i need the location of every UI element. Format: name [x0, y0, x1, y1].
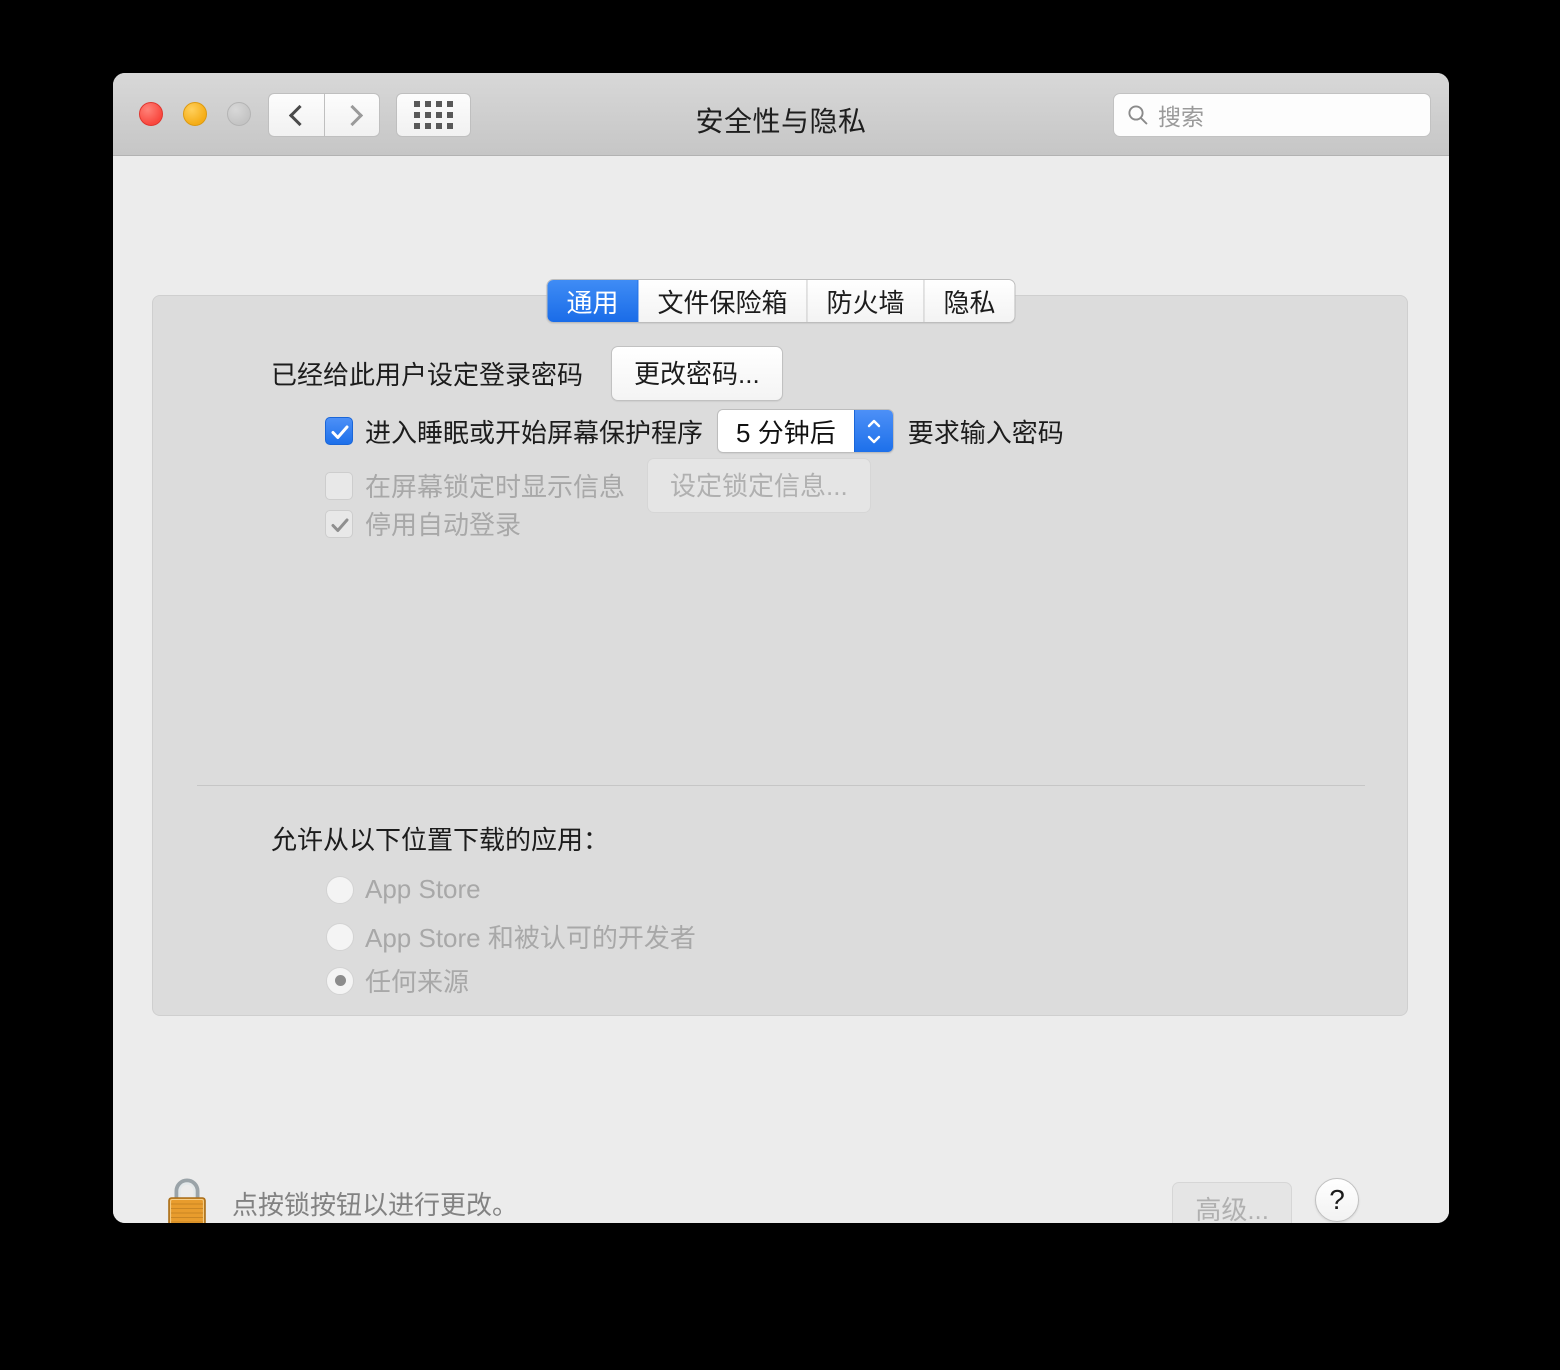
password-delay-value: 5 分钟后: [718, 410, 854, 452]
download-option-label: App Store 和被认可的开发者: [365, 923, 696, 953]
advanced-button: 高级...: [1172, 1182, 1292, 1223]
disable-auto-login-row: 停用自动登录: [325, 505, 521, 542]
lock-closed-icon[interactable]: [164, 1175, 210, 1223]
checkmark-icon: [331, 518, 349, 532]
general-settings-panel: 已经给此用户设定登录密码 更改密码... 进入睡眠或开始屏幕保护程序 5 分钟后: [152, 295, 1408, 1016]
search-field[interactable]: 搜索: [1113, 93, 1431, 137]
window-titlebar: 安全性与隐私 搜索: [113, 73, 1449, 156]
downloads-heading: 允许从以下位置下载的应用：: [271, 825, 610, 855]
stepper-up-down-icon[interactable]: [853, 410, 893, 452]
require-password-row: 进入睡眠或开始屏幕保护程序 5 分钟后 要求输入密码: [325, 409, 1064, 453]
password-delay-stepper[interactable]: 5 分钟后: [717, 409, 894, 453]
search-icon: [1128, 105, 1148, 125]
show-lock-message-label: 在屏幕锁定时显示信息: [365, 472, 626, 502]
checkmark-icon: [331, 425, 349, 439]
stepper-down-arrow: [867, 435, 880, 443]
disable-auto-login-label: 停用自动登录: [365, 510, 522, 540]
lock-status-row: 点按锁按钮以进行更改。: [164, 1175, 518, 1223]
download-option-label: 任何来源: [365, 967, 470, 997]
radio-app-store-identified-developers: [326, 922, 354, 951]
set-lock-message-button: 设定锁定信息...: [647, 458, 871, 513]
section-divider: [197, 785, 1365, 786]
require-password-label-after: 要求输入密码: [907, 417, 1064, 448]
tab-privacy[interactable]: 隐私: [924, 280, 1015, 322]
download-option-app-store: App Store: [326, 874, 481, 905]
download-option-anywhere: 任何来源: [326, 962, 469, 999]
screen: 安全性与隐私 搜索 已经给此用户设定登录密码 更改密码... 进入睡眠或开始屏幕…: [0, 0, 1560, 1370]
radio-app-store: [326, 875, 354, 904]
show-lock-message-checkbox: [325, 471, 353, 500]
password-status-label: 已经给此用户设定登录密码: [271, 360, 584, 390]
system-preferences-window: 安全性与隐私 搜索 已经给此用户设定登录密码 更改密码... 进入睡眠或开始屏幕…: [113, 73, 1449, 1223]
radio-anywhere: [326, 966, 354, 995]
downloads-heading-row: 允许从以下位置下载的应用：: [271, 820, 609, 857]
stepper-up-arrow: [867, 419, 880, 427]
require-password-checkbox[interactable]: [325, 417, 353, 445]
help-button[interactable]: ?: [1315, 1178, 1359, 1222]
window-body: 已经给此用户设定登录密码 更改密码... 进入睡眠或开始屏幕保护程序 5 分钟后: [113, 156, 1449, 1223]
tab-firewall[interactable]: 防火墙: [807, 280, 925, 322]
lock-status-text: 点按锁按钮以进行更改。: [232, 1189, 519, 1220]
radio-selected-dot: [334, 975, 346, 986]
tab-bar: 通用 文件保险箱 防火墙 隐私: [546, 279, 1016, 323]
password-status-row: 已经给此用户设定登录密码 更改密码...: [271, 346, 783, 401]
disable-auto-login-checkbox: [325, 509, 353, 538]
search-placeholder: 搜索: [1158, 104, 1204, 130]
tab-general[interactable]: 通用: [547, 280, 639, 322]
download-option-label: App Store: [365, 874, 481, 904]
download-option-app-store-identified: App Store 和被认可的开发者: [326, 918, 696, 955]
change-password-button[interactable]: 更改密码...: [611, 346, 783, 401]
require-password-label-before: 进入睡眠或开始屏幕保护程序: [365, 417, 704, 448]
tab-filevault[interactable]: 文件保险箱: [638, 280, 808, 322]
